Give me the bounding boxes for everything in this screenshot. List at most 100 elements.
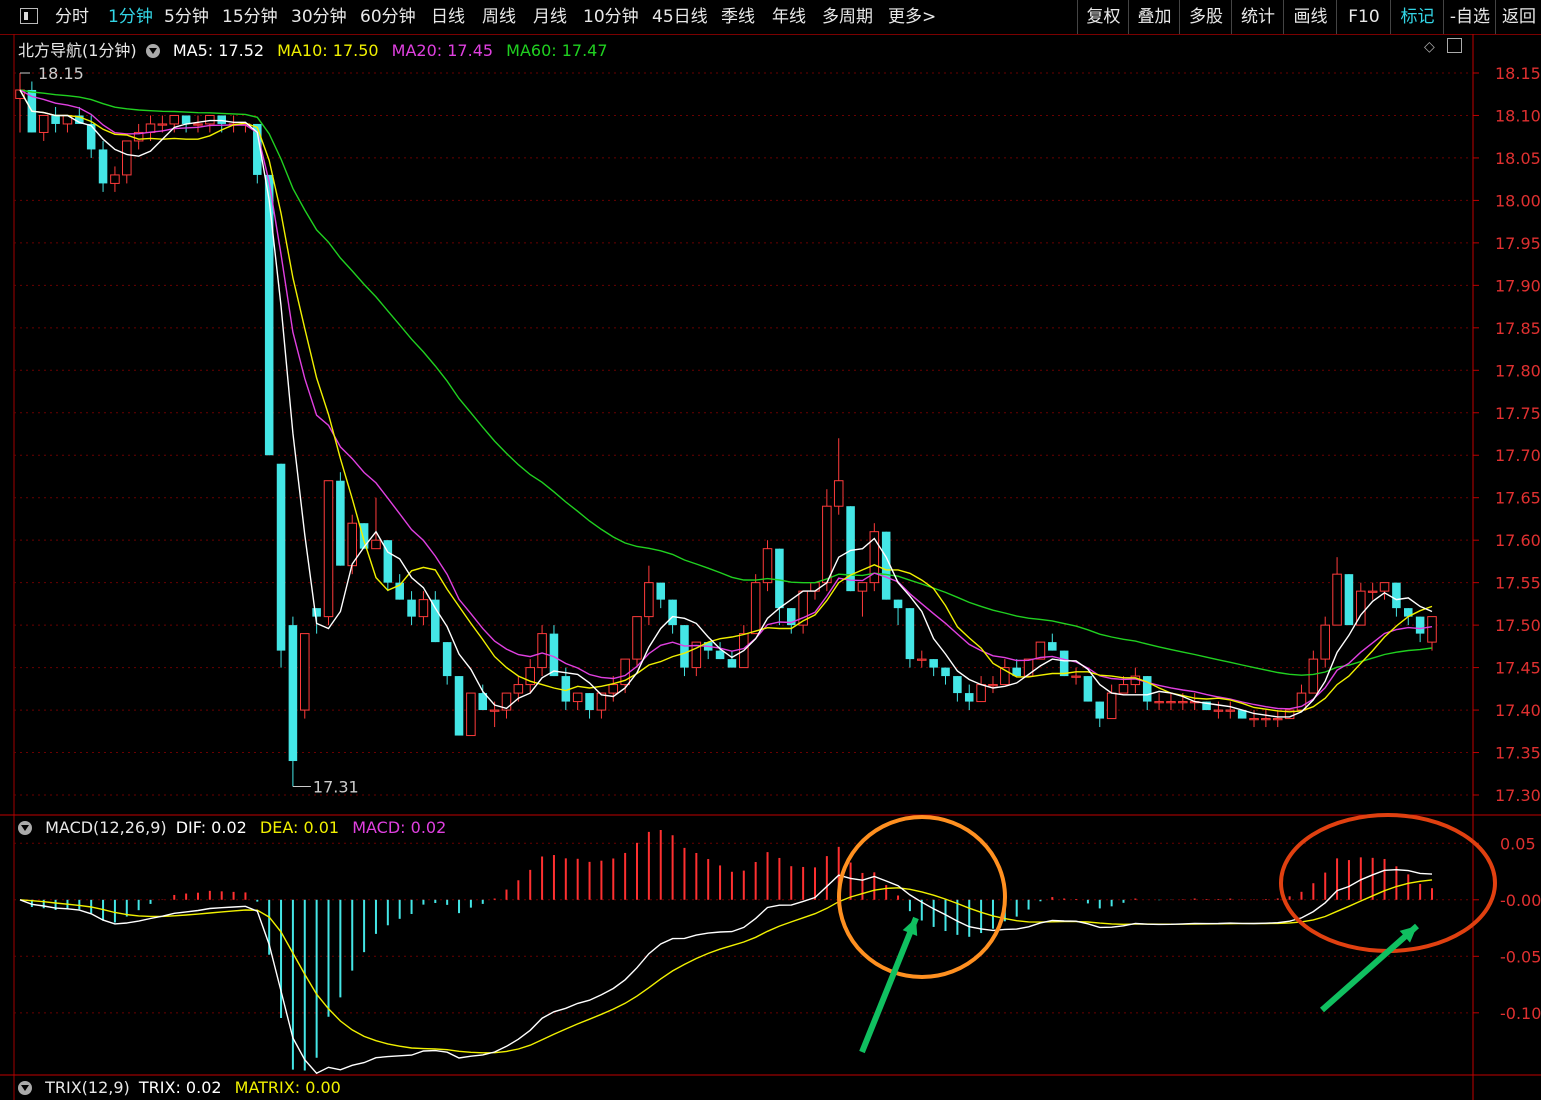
candle-body [929,659,938,668]
candle-body [1261,718,1271,721]
candle-body [323,480,334,618]
candle-body [1213,709,1224,712]
candle-body [1095,701,1105,719]
candle-body [1083,676,1093,702]
trix-legend: TRIX(12,9) TRIX: 0.02 MATRIX: 0.00 [18,1078,349,1097]
window-icon[interactable] [1447,38,1463,53]
candle-body [810,582,820,592]
candle-body [407,599,416,617]
candle-body [1048,642,1057,651]
toolbar-button[interactable]: 画线 [1283,0,1337,34]
candle-body [727,659,737,668]
period-tab[interactable]: 更多> [888,0,936,34]
collapse-icon[interactable] [18,821,32,835]
ma10-line [19,89,1433,713]
price-axis-label: 18.00 [1495,191,1541,210]
period-tab[interactable]: 月线 [533,0,567,34]
toolbar-button[interactable]: F10 [1336,0,1391,34]
ma60-line [19,89,1433,676]
ma5-label: MA5: 17.52 [172,41,265,60]
macd-axis-label: -0.10 [1500,1004,1541,1023]
price-axis-label: 17.30 [1495,786,1541,805]
macd-axis-label: 0.05 [1500,834,1536,853]
period-tab[interactable]: 60分钟 [360,0,416,34]
candle-body [750,582,761,635]
period-tab[interactable]: 周线 [482,0,516,34]
candle-body [656,582,666,600]
toolbar-button[interactable]: 多股 [1179,0,1232,34]
ma20-label: MA20: 17.45 [391,41,494,60]
toolbar-button[interactable]: 叠加 [1128,0,1180,34]
period-tab[interactable]: 30分钟 [291,0,347,34]
candle-body [537,633,547,669]
ma20-line [19,89,1433,710]
candle-body [1427,616,1437,643]
period-tab[interactable]: 10分钟 [583,0,639,34]
candle-body [1272,718,1283,721]
price-legend: 北方导航(1分钟) MA5: 17.52 MA10: 17.50 MA20: 1… [18,37,616,61]
price-axis-label: 17.50 [1495,616,1541,635]
candle-body [632,616,642,660]
toolbar-button[interactable]: -自选 [1443,0,1496,34]
period-tab[interactable]: 1分钟 [108,0,153,34]
period-tab[interactable]: 15分钟 [222,0,278,34]
toolbar-button[interactable]: 标记 [1390,0,1444,34]
candle-body [371,539,381,550]
candle-body [98,149,108,184]
candle-body [1392,582,1401,609]
stock-title: 北方导航(1分钟) [18,41,137,60]
price-axis-label: 17.75 [1495,404,1541,423]
candle-body [513,684,524,694]
candle-body [51,115,60,124]
candle-body [264,174,274,456]
toolbar-button[interactable]: 统计 [1231,0,1284,34]
candle-body [288,625,298,762]
candle-body [585,693,594,711]
dea-line [19,879,1433,1054]
toolbar-button[interactable]: 复权 [1077,0,1129,34]
candle-body [953,676,962,694]
period-tab[interactable]: 日线 [431,0,465,34]
candle-body [857,582,868,592]
candle-body [489,709,500,712]
kline-chart[interactable]: 18.15 18.10 18.05 18.00 17.95 17.90 17.85 17.80… [0,34,1541,1100]
candle-body [775,548,784,609]
period-tab[interactable]: 分时 [55,0,89,34]
candle-body [549,633,559,677]
candle-body [1059,650,1069,677]
candle-body [893,599,903,609]
menu-toggle-icon[interactable] [20,8,38,24]
candle-body [418,599,429,618]
candle-body [976,684,986,703]
collapse-icon[interactable] [18,1081,32,1095]
price-axis-label: 17.65 [1495,489,1541,508]
toolbar-button[interactable]: 返回 [1495,0,1541,34]
candle-body [110,174,120,184]
annotation-circle [837,815,1007,979]
candle-body [38,114,49,133]
period-tab[interactable]: 45日线 [652,0,708,34]
candle-body [941,667,950,677]
candle-body [454,676,464,736]
diamond-icon[interactable]: ◇ [1424,39,1435,55]
candle-body [300,633,310,711]
candle-body [822,505,832,584]
period-tab[interactable]: 多周期 [822,0,873,34]
period-tab[interactable]: 季线 [721,0,755,34]
macd-title: MACD(12,26,9) [45,818,167,837]
period-tab[interactable]: 年线 [772,0,806,34]
candle-body [1106,692,1117,720]
macd-label: MACD: 0.02 [352,818,447,837]
period-tab[interactable]: 5分钟 [164,0,209,34]
candle-body [1320,624,1330,660]
matrix-label: MATRIX: 0.00 [234,1078,341,1097]
price-axis-label: 17.90 [1495,276,1541,295]
candle-body [86,123,96,150]
candle-body [1118,684,1129,694]
collapse-icon[interactable] [145,44,160,58]
candle-body [217,115,226,124]
price-axis-label: 17.35 [1495,744,1541,763]
high-price-label: 18.15 [38,64,84,83]
trix-label: TRIX: 0.02 [138,1078,222,1097]
candle-body [1344,574,1354,626]
